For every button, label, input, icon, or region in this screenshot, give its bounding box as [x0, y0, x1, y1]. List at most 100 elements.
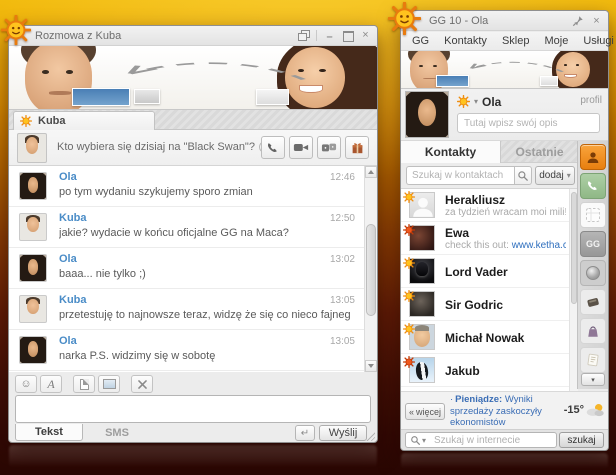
contact-row[interactable]: Herakliusz za tydzień wracam moi mili!	[401, 189, 578, 222]
message-text: narka P.S. widzimy się w sobotę	[59, 350, 216, 362]
image-icon	[102, 379, 116, 389]
contact-row[interactable]: Sir Godric	[401, 288, 578, 321]
messages-scrollbar	[364, 166, 377, 372]
news-item[interactable]: · Pieniądze: Wyniki sprzedaży zaskoczyły …	[450, 394, 566, 429]
contact-search-input[interactable]	[406, 166, 514, 185]
news-panel: « więcej · Pieniądze: Wyniki sprzedaży za…	[401, 391, 608, 451]
composer	[15, 395, 371, 423]
web-search-button[interactable]: szukaj	[559, 432, 604, 448]
minimize-button[interactable]: –	[324, 30, 335, 43]
web-search-input[interactable]	[434, 433, 554, 447]
menu-gg[interactable]: GG	[412, 35, 429, 47]
message-input[interactable]	[15, 395, 371, 423]
main-titlebar[interactable]: GG 10 - Ola ×	[401, 11, 608, 31]
scroll-up-button[interactable]	[365, 166, 377, 178]
menu-kontakty[interactable]: Kontakty	[444, 35, 487, 47]
menu-moje[interactable]: Moje	[544, 35, 568, 47]
promo-banner	[9, 46, 377, 110]
chat-tab-kuba[interactable]: Kuba	[13, 111, 155, 130]
gg-logo-sun	[1, 15, 31, 45]
conversation-actions	[261, 136, 369, 159]
pin-icon[interactable]	[572, 15, 584, 27]
dice-icon	[586, 208, 600, 222]
chat-window: Rozmowa z Kuba – × Kuba Kto wybiera się …	[8, 25, 378, 443]
contact-name: Herakliusz	[445, 193, 506, 207]
contact-name: Jakub	[445, 364, 480, 378]
contact-row[interactable]: Lord Vader	[401, 255, 578, 288]
add-contact-button[interactable]: dodaj ▾	[535, 166, 575, 185]
contact-row[interactable]: Jakub	[401, 354, 578, 387]
send-on-enter-button[interactable]: ↵	[295, 425, 315, 441]
promo-banner	[401, 51, 608, 89]
message-time: 13:02	[329, 254, 355, 265]
status-link[interactable]: www.ketha.com	[512, 240, 566, 251]
mode-tab-tekst[interactable]: Tekst	[15, 424, 83, 441]
emoticons-button[interactable]: ☺	[15, 375, 37, 393]
composer-bottom-bar: Tekst SMS ↵ Wyślij	[9, 424, 377, 443]
status-sun-icon[interactable]	[457, 95, 470, 108]
desktop: Rozmowa z Kuba – × Kuba Kto wybiera się …	[0, 0, 616, 475]
status-sun-icon-away	[403, 224, 415, 236]
voice-call-button[interactable]	[261, 136, 285, 159]
sidebar-contacts-button[interactable]	[580, 144, 606, 170]
gift-button[interactable]	[345, 136, 369, 159]
maximize-button[interactable]	[342, 30, 354, 42]
scroll-down-button[interactable]	[365, 360, 377, 372]
message-time: 12:46	[329, 172, 355, 183]
tab-kontakty[interactable]: Kontakty	[401, 141, 501, 163]
contact-name: Lord Vader	[445, 265, 508, 279]
phone-icon	[267, 142, 277, 152]
message-list: Ola 12:46 po tym wydaniu szykujemy sporo…	[9, 166, 377, 372]
avatar	[19, 254, 47, 282]
font-format-button[interactable]: A	[40, 375, 62, 393]
scrollbar-thumb[interactable]	[366, 224, 376, 316]
chat-titlebar[interactable]: Rozmowa z Kuba – ×	[9, 26, 377, 46]
detach-icon[interactable]	[298, 30, 310, 41]
sidebar-more-button[interactable]: ▾	[581, 373, 605, 386]
contact-row[interactable]: Ewa check this out: www.ketha.com	[401, 222, 578, 255]
menu-sklep[interactable]: Sklep	[502, 35, 530, 47]
weather-widget: -15°	[564, 402, 606, 417]
banner-dashed-arrow	[469, 61, 564, 73]
status-caret-icon[interactable]: ▾	[474, 97, 478, 106]
sidebar-phone-button[interactable]	[580, 173, 606, 199]
gg-text-icon: GG	[585, 239, 600, 249]
send-image-button[interactable]	[98, 375, 120, 393]
gift-icon	[352, 143, 362, 154]
video-call-button[interactable]	[289, 136, 313, 159]
chevron-down-icon[interactable]: ▾	[422, 436, 426, 445]
webcam-lens-icon	[586, 266, 600, 280]
smiley-icon: ☺	[20, 378, 32, 390]
main-window-controls: ×	[572, 15, 602, 27]
sidebar-gifts-button[interactable]	[580, 318, 606, 344]
profile-link[interactable]: profil	[580, 95, 602, 106]
message-row: Ola 13:05 narka P.S. widzimy się w sobot…	[9, 330, 377, 371]
sidebar-wallet-button[interactable]	[580, 289, 606, 315]
search-button[interactable]	[514, 166, 532, 185]
list-tabstrip: Kontakty Ostatnie	[401, 141, 578, 163]
message-text: przetestuję to najnowsze teraz, widzę że…	[59, 309, 351, 321]
tab-ostatnie[interactable]: Ostatnie	[501, 141, 578, 163]
contact-search-bar: dodaj▾	[401, 163, 578, 189]
phone-icon	[587, 181, 597, 190]
sidebar-gg-network-button[interactable]: GG	[580, 231, 606, 257]
sidebar-games-button[interactable]	[580, 202, 606, 228]
contact-row[interactable]: Michał Nowak	[401, 321, 578, 354]
sidebar-webcam-button[interactable]	[580, 260, 606, 286]
send-button[interactable]: Wyślij	[319, 425, 367, 441]
status-sun-icon	[403, 290, 415, 302]
tools-button[interactable]	[131, 375, 153, 393]
close-button[interactable]: ×	[591, 15, 602, 27]
message-text: baaa... nie tylko ;)	[59, 268, 146, 280]
sidebar-news-button[interactable]	[580, 347, 606, 373]
games-button[interactable]	[317, 136, 341, 159]
own-avatar[interactable]	[405, 91, 449, 138]
close-button[interactable]: ×	[360, 30, 371, 41]
banner-dashed-arrow	[127, 62, 306, 80]
mode-tab-sms[interactable]: SMS	[89, 424, 145, 441]
news-more-button[interactable]: « więcej	[405, 403, 445, 420]
menu-uslugi[interactable]: Usługi	[583, 35, 614, 47]
status-description-input[interactable]	[457, 113, 600, 133]
gg-logo-sun	[388, 2, 421, 35]
send-file-button[interactable]	[73, 375, 95, 393]
